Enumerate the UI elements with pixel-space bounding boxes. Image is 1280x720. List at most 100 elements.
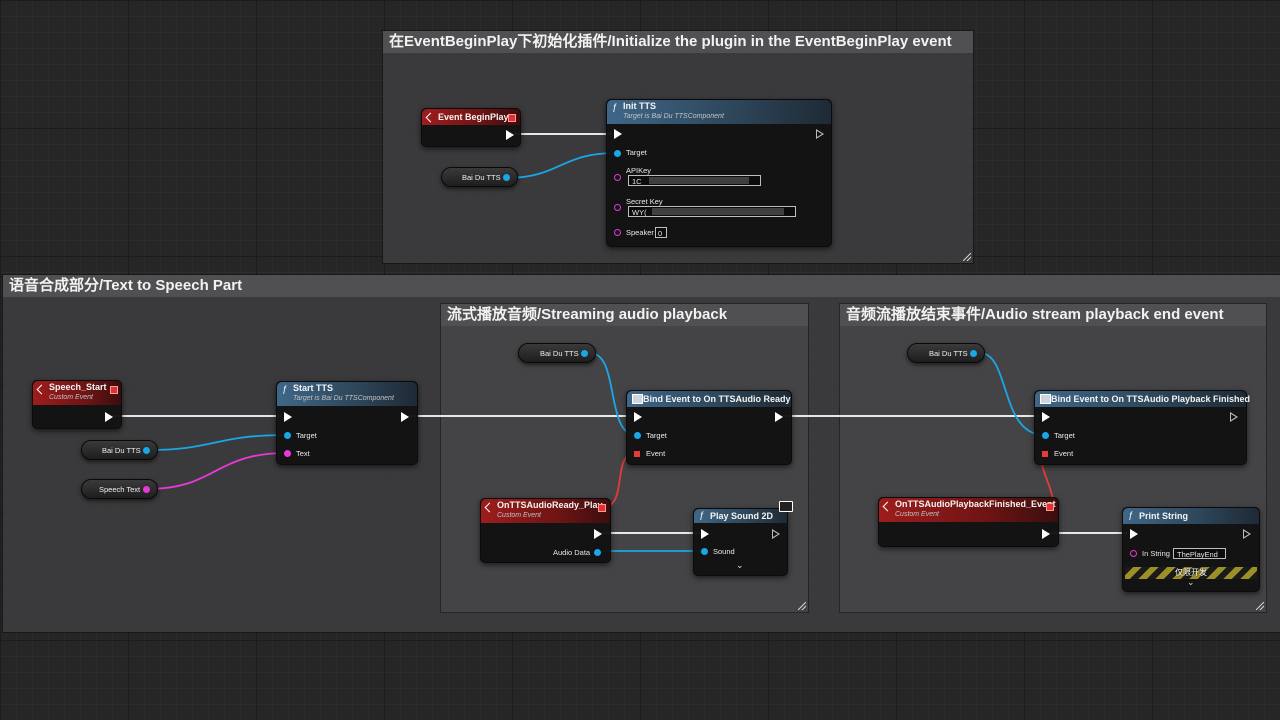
speech-text-variable[interactable]: Speech Text xyxy=(81,479,158,499)
target-pin[interactable] xyxy=(1042,432,1049,439)
target-pin[interactable] xyxy=(614,150,621,157)
exec-out-pin[interactable] xyxy=(1243,529,1251,539)
exec-out-pin[interactable] xyxy=(772,529,780,539)
exec-out-pin[interactable] xyxy=(1042,529,1050,539)
object-pin[interactable] xyxy=(581,350,588,357)
speaker-pin[interactable] xyxy=(614,229,621,236)
delegate-icon[interactable] xyxy=(508,114,516,122)
target-label: Target xyxy=(1054,431,1075,440)
bind-event-audio-ready-node[interactable]: Bind Event to On TTSAudio Ready Target E… xyxy=(626,390,792,465)
in-string-label: In String xyxy=(1142,549,1170,558)
on-tts-playback-finished-event-node[interactable]: OnTTSAudioPlaybackFinished_Event Custom … xyxy=(878,497,1059,547)
event-icon xyxy=(36,384,47,395)
object-pin[interactable] xyxy=(503,174,510,181)
function-icon: ƒ xyxy=(282,384,288,394)
event-begin-play-node[interactable]: Event BeginPlay xyxy=(421,108,521,147)
object-pin[interactable] xyxy=(970,350,977,357)
node-title: Play Sound 2D xyxy=(710,511,774,521)
baidu-tts-variable[interactable]: Bai Du TTS xyxy=(907,343,985,363)
sound-label: Sound xyxy=(713,547,735,556)
on-tts-audio-ready-play-node[interactable]: OnTTSAudioReady_Play Custom Event Audio … xyxy=(480,498,611,563)
target-label: Target xyxy=(626,148,647,157)
secret-key-label: Secret Key xyxy=(626,197,663,206)
chevron-down-icon[interactable]: ⌄ xyxy=(736,560,744,571)
start-tts-node[interactable]: ƒ Start TTS Target is Bai Du TTSComponen… xyxy=(276,381,418,465)
baidu-tts-variable[interactable]: Bai Du TTS xyxy=(518,343,596,363)
target-pin[interactable] xyxy=(634,432,641,439)
speaker-label: Speaker xyxy=(626,228,654,237)
node-title: Bind Event to On TTSAudio Ready xyxy=(643,394,791,404)
variable-label: Bai Du TTS xyxy=(462,173,501,182)
api-key-label: APIKey xyxy=(626,166,652,175)
init-tts-node[interactable]: ƒ Init TTS Target is Bai Du TTSComponent… xyxy=(606,99,832,247)
target-label: Target xyxy=(296,431,317,440)
variable-label: Bai Du TTS xyxy=(929,349,968,358)
secret-key-value: WY( xyxy=(632,208,647,217)
function-icon: ƒ xyxy=(1128,510,1134,520)
event-icon xyxy=(484,502,495,513)
variable-label: Bai Du TTS xyxy=(102,446,141,455)
chevron-down-icon[interactable]: ⌄ xyxy=(1187,577,1195,588)
exec-in-pin[interactable] xyxy=(701,529,709,539)
bind-event-icon xyxy=(1040,394,1051,404)
exec-out-pin[interactable] xyxy=(1230,412,1238,422)
monitor-icon xyxy=(779,501,793,512)
event-label: Event xyxy=(1054,449,1074,458)
node-title: Bind Event to On TTSAudio Playback Finis… xyxy=(1051,394,1251,404)
in-string-pin[interactable] xyxy=(1130,550,1137,557)
node-title: OnTTSAudioPlaybackFinished_Event xyxy=(895,499,1056,509)
in-string-value: ThePlayEnd xyxy=(1177,550,1218,559)
event-icon xyxy=(882,501,893,512)
object-pin[interactable] xyxy=(143,447,150,454)
in-string-field[interactable]: ThePlayEnd xyxy=(1173,548,1226,559)
object-wire xyxy=(147,434,287,451)
audio-data-label: Audio Data xyxy=(553,548,591,557)
event-delegate-pin[interactable] xyxy=(1042,451,1048,457)
exec-in-pin[interactable] xyxy=(1130,529,1138,539)
target-label: Target xyxy=(646,431,667,440)
redaction-mask xyxy=(652,208,784,215)
speech-start-event-node[interactable]: Speech_Start Custom Event xyxy=(32,380,122,429)
delegate-icon[interactable] xyxy=(1046,503,1054,511)
text-pin[interactable] xyxy=(284,450,291,457)
function-icon: ƒ xyxy=(612,102,618,112)
exec-in-pin[interactable] xyxy=(614,129,622,139)
target-pin[interactable] xyxy=(284,432,291,439)
node-subtitle: Custom Event xyxy=(49,394,93,401)
string-pin[interactable] xyxy=(143,486,150,493)
node-title: Start TTS xyxy=(293,383,334,393)
delegate-icon[interactable] xyxy=(598,504,606,512)
redaction-mask xyxy=(649,177,749,184)
speaker-value: 0 xyxy=(658,229,663,238)
baidu-tts-variable[interactable]: Bai Du TTS xyxy=(441,167,518,187)
node-title: OnTTSAudioReady_Play xyxy=(497,500,603,510)
play-sound-2d-node[interactable]: ƒ Play Sound 2D Sound ⌄ xyxy=(693,501,793,576)
variable-label: Bai Du TTS xyxy=(540,349,579,358)
speaker-field[interactable]: 0 xyxy=(655,227,667,238)
exec-out-pin[interactable] xyxy=(816,129,824,139)
delegate-icon[interactable] xyxy=(110,386,118,394)
api-key-value: 1C xyxy=(632,177,642,186)
api-key-pin[interactable] xyxy=(614,174,621,181)
exec-out-pin[interactable] xyxy=(506,130,514,140)
exec-out-pin[interactable] xyxy=(401,412,409,422)
exec-out-pin[interactable] xyxy=(775,412,783,422)
node-subtitle: Custom Event xyxy=(895,511,939,518)
exec-out-pin[interactable] xyxy=(594,529,602,539)
audio-data-pin[interactable] xyxy=(594,549,601,556)
node-title: Init TTS xyxy=(623,101,656,111)
event-delegate-pin[interactable] xyxy=(634,451,640,457)
baidu-tts-variable[interactable]: Bai Du TTS xyxy=(81,440,158,460)
event-icon xyxy=(425,112,436,123)
node-subtitle: Target is Bai Du TTSComponent xyxy=(623,113,724,120)
exec-out-pin[interactable] xyxy=(105,412,113,422)
object-wire xyxy=(505,152,617,179)
exec-in-pin[interactable] xyxy=(1042,412,1050,422)
sound-pin[interactable] xyxy=(701,548,708,555)
bind-event-playback-finished-node[interactable]: Bind Event to On TTSAudio Playback Finis… xyxy=(1034,390,1251,465)
secret-key-pin[interactable] xyxy=(614,204,621,211)
exec-in-pin[interactable] xyxy=(284,412,292,422)
exec-in-pin[interactable] xyxy=(634,412,642,422)
node-subtitle: Target is Bai Du TTSComponent xyxy=(293,395,394,402)
print-string-node[interactable]: ƒ Print String In String ThePlayEnd 仅限开发… xyxy=(1122,507,1260,592)
